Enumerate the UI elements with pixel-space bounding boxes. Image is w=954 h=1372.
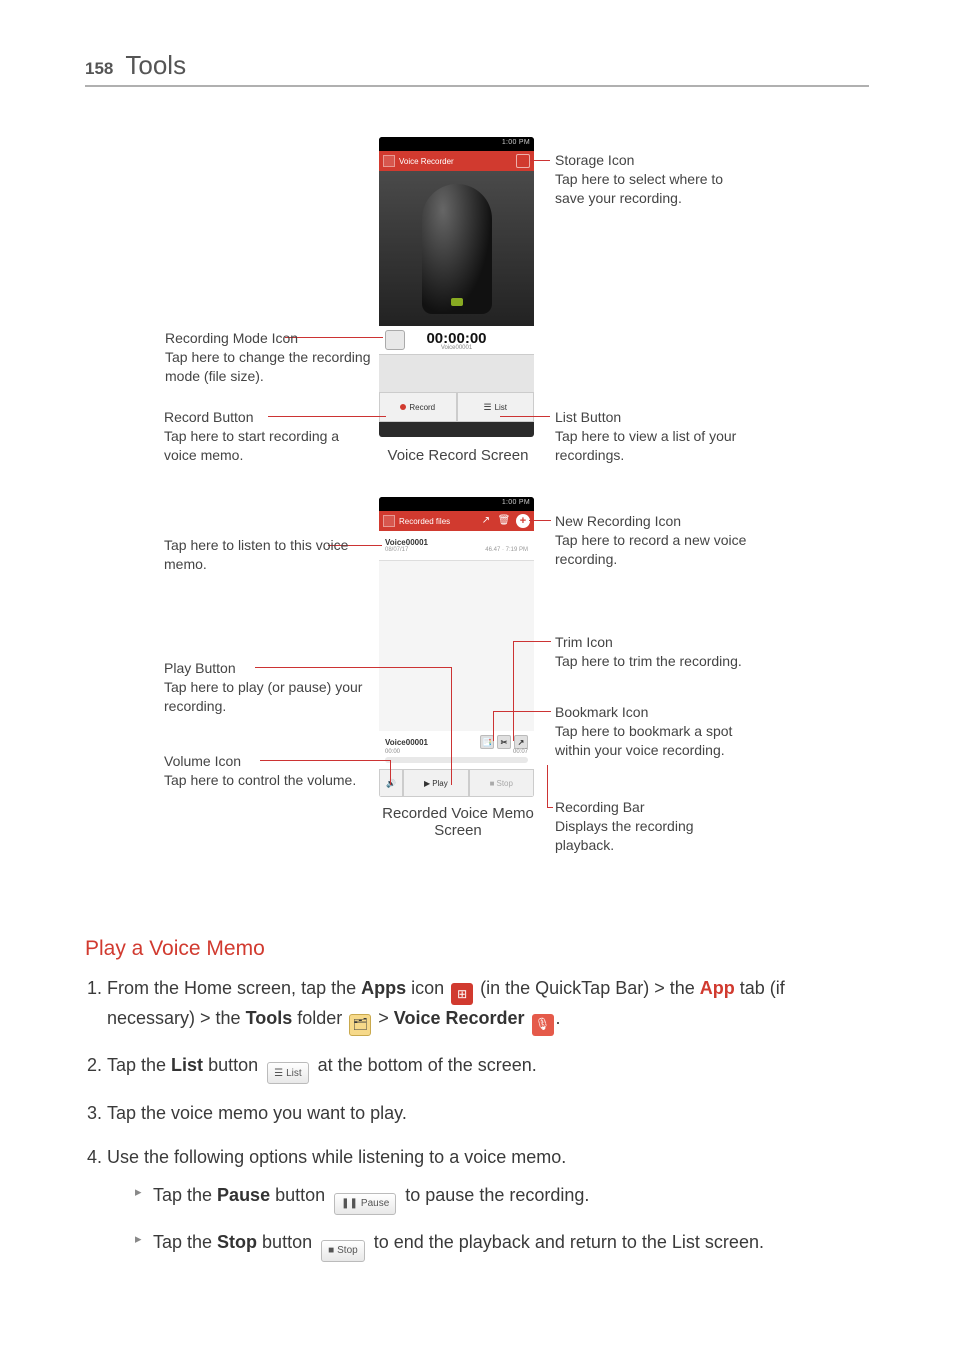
share-icon[interactable]: ↗ — [480, 514, 492, 526]
step-1: From the Home screen, tap the Apps icon … — [107, 975, 869, 1036]
bookmark-icon[interactable]: 📑 — [480, 735, 494, 749]
play-button[interactable]: ▶ Play — [403, 769, 468, 797]
sub-2: Tap the Stop button ■ Stop to end the pl… — [135, 1229, 869, 1262]
phone-voice-record: 1:00 PM Voice Recorder 00:00:00 Voice000… — [379, 137, 534, 437]
app-titlebar: Voice Recorder — [379, 151, 534, 171]
waveform-strip — [379, 354, 534, 392]
mic-area — [379, 171, 534, 326]
apps-icon: ⊞ — [451, 983, 473, 1005]
app-titlebar: Recorded files ↗ 🗑 + — [379, 511, 534, 531]
step-list: From the Home screen, tap the Apps icon … — [85, 975, 869, 1262]
leader-line — [513, 641, 514, 741]
list-body — [379, 561, 534, 731]
phone-recorded-memo: 1:00 PM Recorded files ↗ 🗑 + Voice00001 … — [379, 497, 534, 797]
record-button[interactable]: Record — [379, 392, 457, 422]
leader-line — [547, 765, 548, 807]
recording-bar[interactable] — [385, 757, 528, 763]
file-size: 46.47 — [485, 547, 500, 553]
file-duration: 7:19 PM — [506, 547, 528, 553]
list-icon: ☰ — [483, 402, 491, 413]
step-2: Tap the List button ☰ List at the bottom… — [107, 1052, 869, 1085]
trim-icon[interactable]: ✂ — [497, 735, 511, 749]
callout-newrec: New Recording Icon Tap here to record a … — [555, 512, 765, 569]
callout-mode: Recording Mode Icon Tap here to change t… — [165, 329, 375, 386]
sub-1: Tap the Pause button ❚❚ Pause to pause t… — [135, 1182, 869, 1215]
caption-voice-record-screen: Voice Record Screen — [373, 447, 543, 464]
file-date: 08/07/17 — [385, 547, 408, 553]
stop-inline-button: ■ Stop — [321, 1240, 365, 1262]
stop-button[interactable]: ■ Stop — [469, 769, 534, 797]
new-recording-icon[interactable]: + — [516, 514, 530, 528]
play-controls: 🔊 ▶ Play ■ Stop — [379, 769, 534, 797]
leader-line — [513, 641, 551, 642]
leader-line — [529, 520, 551, 521]
app-title: Recorded files — [399, 517, 476, 526]
sub-list: Tap the Pause button ❚❚ Pause to pause t… — [107, 1182, 869, 1262]
leader-line — [530, 160, 550, 161]
player-panel: Voice00001 📑 ✂ ↗ 00:00 00:07 — [379, 731, 534, 769]
step-4: Use the following options while listenin… — [107, 1144, 869, 1261]
callout-trim: Trim Icon Tap here to trim the recording… — [555, 633, 755, 671]
leader-line — [390, 760, 391, 785]
file-row[interactable]: Voice00001 08/07/1746.47 · 7:19 PM — [379, 531, 534, 561]
app-icon — [383, 155, 395, 167]
callout-recbar: Recording Bar Displays the recording pla… — [555, 798, 755, 855]
callout-bookmark: Bookmark Icon Tap here to bookmark a spo… — [555, 703, 755, 760]
list-inline-button: ☰ List — [267, 1062, 309, 1084]
tools-folder-icon: 🗂 — [349, 1014, 371, 1036]
leader-line — [493, 711, 494, 741]
timer-row: 00:00:00 Voice00001 — [379, 326, 534, 354]
leader-line — [493, 711, 551, 712]
share-mini-icon[interactable]: ↗ — [514, 735, 528, 749]
voice-recorder-icon: 🎙 — [532, 1014, 554, 1036]
player-cur: 00:00 — [385, 749, 400, 755]
leader-line — [547, 807, 553, 808]
page-header: 158 Tools — [85, 50, 869, 87]
file-name: Voice00001 — [385, 538, 528, 547]
page-number: 158 — [85, 59, 113, 79]
list-button[interactable]: ☰List — [457, 392, 535, 422]
status-bar: 1:00 PM — [379, 497, 534, 511]
volume-icon[interactable]: 🔊 — [379, 769, 403, 797]
callout-listen: Tap here to listen to this voice memo. — [164, 536, 374, 574]
callout-list: List Button Tap here to view a list of y… — [555, 408, 755, 465]
timer-filename: Voice00001 — [411, 345, 502, 351]
caption-recorded-memo-screen: Recorded Voice Memo Screen — [373, 805, 543, 839]
microphone-graphic — [422, 184, 492, 314]
recording-mode-icon[interactable] — [385, 330, 405, 350]
app-icon — [383, 515, 395, 527]
player-filename: Voice00001 — [385, 738, 428, 747]
callout-storage: Storage Icon Tap here to select where to… — [555, 151, 755, 208]
callout-play: Play Button Tap here to play (or pause) … — [164, 659, 374, 716]
storage-icon[interactable] — [516, 154, 530, 168]
leader-line — [500, 416, 550, 417]
app-title: Voice Recorder — [399, 157, 512, 166]
page-title: Tools — [125, 50, 186, 81]
status-bar: 1:00 PM — [379, 137, 534, 151]
section-heading: Play a Voice Memo — [85, 937, 869, 961]
callout-record: Record Button Tap here to start recordin… — [164, 408, 374, 465]
player-end: 00:07 — [513, 749, 528, 755]
record-dot-icon — [400, 404, 406, 410]
bottom-buttons: Record ☰List — [379, 392, 534, 422]
diagram-zone: 1:00 PM Voice Recorder 00:00:00 Voice000… — [85, 137, 869, 907]
callout-volume: Volume Icon Tap here to control the volu… — [164, 752, 374, 790]
delete-icon[interactable]: 🗑 — [498, 514, 510, 526]
pause-inline-button: ❚❚ Pause — [334, 1193, 396, 1215]
step-3: Tap the voice memo you want to play. — [107, 1100, 869, 1128]
leader-line — [451, 667, 452, 785]
